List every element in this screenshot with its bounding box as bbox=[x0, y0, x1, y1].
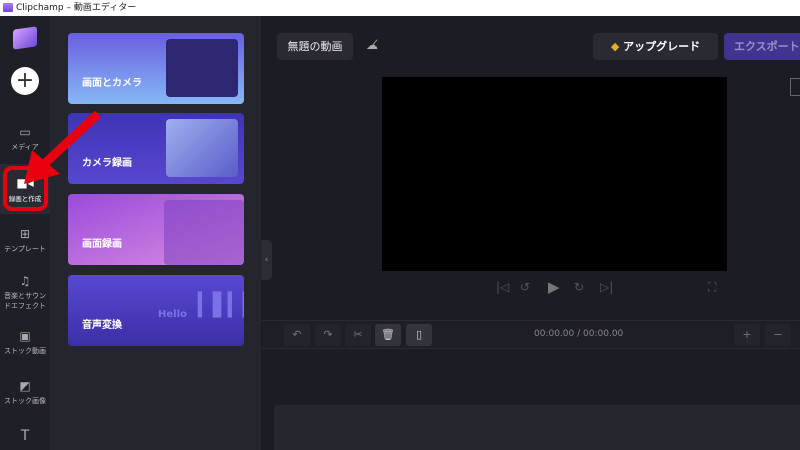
collapse-panel-handle[interactable]: ‹ bbox=[261, 240, 272, 280]
skip-back-icon[interactable]: |◁ bbox=[496, 280, 509, 294]
camera-thumbnail bbox=[166, 119, 238, 177]
diamond-icon: ◆ bbox=[610, 40, 624, 53]
hello-decor: Hello bbox=[158, 309, 187, 320]
timeline-track-area[interactable] bbox=[274, 405, 800, 450]
card-label: 画面とカメラ bbox=[82, 78, 142, 89]
sidebar-item-label: ストック動画 bbox=[4, 347, 46, 355]
upgrade-button[interactable]: ◆ アップグレード bbox=[593, 33, 718, 60]
window-titlebar: Clipchamp – 動画エディター bbox=[0, 0, 800, 16]
card-label: 画面録画 bbox=[82, 239, 122, 250]
timeline-toolbar bbox=[262, 320, 800, 349]
screen-and-camera-card[interactable]: 画面とカメラ bbox=[68, 33, 244, 104]
card-label: 音声変換 bbox=[82, 320, 122, 331]
app-logo-icon bbox=[13, 26, 37, 50]
play-button[interactable]: ▶ bbox=[548, 278, 560, 296]
templates-icon: ⊞ bbox=[19, 227, 31, 241]
text-icon: T bbox=[20, 428, 30, 444]
fullscreen-icon[interactable]: ⛶ bbox=[708, 280, 716, 295]
soundwave-icon: ▎▌▎▌· bbox=[198, 293, 244, 318]
sidebar-item-stock-video[interactable]: ▣ ストック動画 bbox=[0, 329, 50, 356]
sidebar-item-music[interactable]: ♫ 音楽とサウンドエフェクト bbox=[0, 274, 50, 311]
highlight-box-annotation bbox=[3, 166, 48, 211]
video-preview bbox=[382, 77, 727, 271]
undo-button[interactable]: ↶ bbox=[284, 324, 310, 346]
sidebar-item-text[interactable]: T bbox=[0, 428, 50, 447]
sidebar-item-label: テンプレート bbox=[4, 245, 46, 253]
aspect-ratio-button[interactable] bbox=[790, 78, 800, 96]
zoom-out-button[interactable]: − bbox=[765, 324, 791, 346]
forward-5s-icon[interactable]: ↻ bbox=[574, 280, 584, 294]
screen-record-card[interactable]: 画面録画 bbox=[68, 194, 244, 265]
skip-forward-icon[interactable]: ▷| bbox=[600, 280, 613, 294]
split-button[interactable]: ✂ bbox=[345, 324, 371, 346]
export-button[interactable]: エクスポート bbox=[724, 33, 800, 60]
add-button[interactable]: + bbox=[11, 67, 39, 95]
upgrade-label: アップグレード bbox=[623, 40, 701, 53]
rewind-5s-icon[interactable]: ↺ bbox=[520, 280, 530, 294]
add-media-button[interactable]: ▯ bbox=[406, 324, 432, 346]
text-to-speech-card[interactable]: Hello ▎▌▎▌· 音声変換 bbox=[68, 275, 244, 346]
clipchamp-logo-icon bbox=[3, 3, 13, 12]
timecode: 00:00.00 / 00:00.00 bbox=[534, 329, 624, 339]
delete-button[interactable]: 🗑 bbox=[375, 324, 401, 346]
screen-thumbnail bbox=[164, 200, 244, 265]
film-icon: ▣ bbox=[19, 329, 31, 343]
sidebar-item-label: ストック画像 bbox=[4, 397, 46, 405]
sidebar-item-label: 音楽とサウンドエフェクト bbox=[4, 292, 46, 310]
redo-button[interactable]: ↷ bbox=[315, 324, 341, 346]
window-title: Clipchamp – 動画エディター bbox=[16, 3, 137, 13]
project-title-button[interactable]: 無題の動画 bbox=[277, 33, 353, 60]
cloud-sync-off-icon[interactable]: ☁̸ bbox=[366, 38, 378, 52]
zoom-in-button[interactable]: + bbox=[734, 324, 760, 346]
sidebar-item-stock-images[interactable]: ◩ ストック画像 bbox=[0, 379, 50, 406]
total-time: 00:00.00 bbox=[583, 329, 624, 339]
image-icon: ◩ bbox=[19, 379, 31, 393]
current-time: 00:00.00 bbox=[534, 329, 575, 339]
music-icon: ♫ bbox=[19, 274, 31, 288]
screen-camera-thumbnail bbox=[166, 39, 238, 97]
sidebar-item-templates[interactable]: ⊞ テンプレート bbox=[0, 227, 50, 254]
